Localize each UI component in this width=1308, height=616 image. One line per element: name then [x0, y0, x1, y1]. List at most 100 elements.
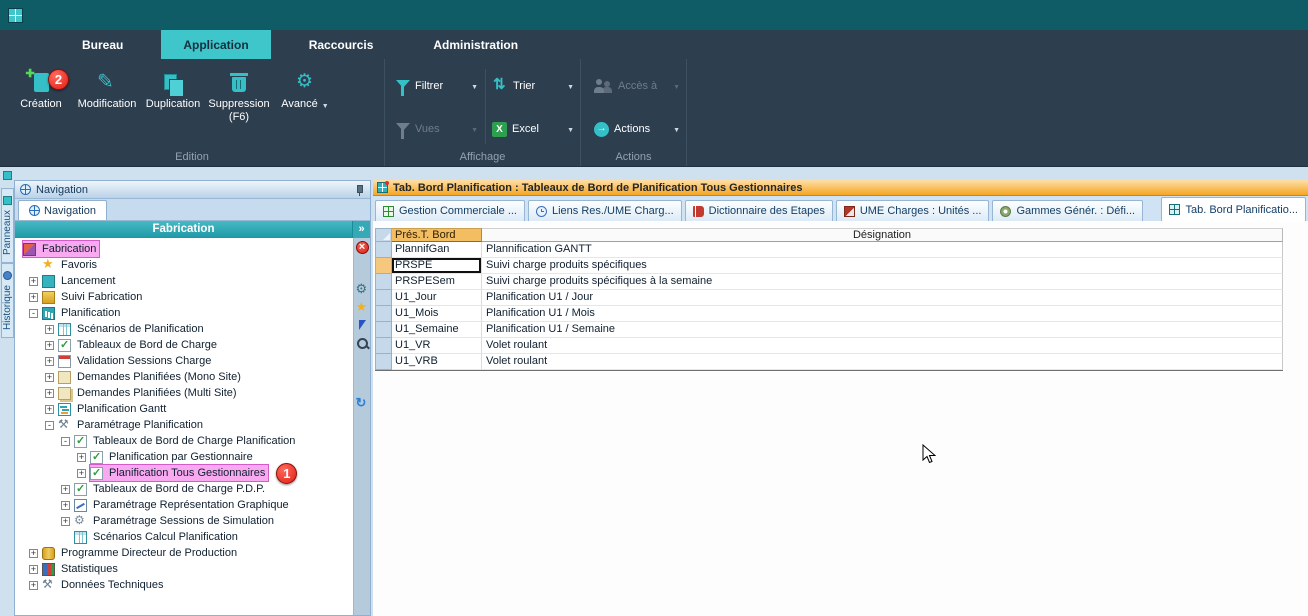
button-avance[interactable]: Avancé [272, 67, 338, 145]
dock-rail-icon[interactable] [3, 171, 12, 180]
row-selector[interactable] [375, 338, 392, 354]
tree-item-donnees-techniques[interactable]: +Données Techniques [15, 577, 353, 593]
button-excel[interactable]: Excel [489, 115, 577, 143]
row-selector[interactable] [375, 258, 392, 274]
table-row[interactable]: U1_SemainePlanification U1 / Semaine [375, 322, 1283, 338]
tree-expander-icon[interactable]: + [61, 485, 70, 494]
column-header-designation[interactable]: Désignation [482, 228, 1283, 242]
tree-item-favoris[interactable]: Favoris [15, 257, 353, 273]
cell-pres-t-bord[interactable]: U1_VR [392, 338, 482, 354]
cell-pres-t-bord[interactable]: U1_Semaine [392, 322, 482, 338]
tree-expander-icon[interactable]: + [45, 373, 54, 382]
tree-item-scenarios-calcul-planification[interactable]: Scénarios Calcul Planification [15, 529, 353, 545]
tree-expander-icon[interactable]: + [29, 277, 38, 286]
button-modification[interactable]: Modification [74, 67, 140, 145]
tree-item-parametrage-planification[interactable]: -Paramétrage Planification [15, 417, 353, 433]
cell-pres-t-bord[interactable]: U1_VRB [392, 354, 482, 370]
cell-designation[interactable]: Suivi charge produits spécifiques à la s… [482, 274, 1283, 290]
tree-item-suivi-fabrication[interactable]: +Suivi Fabrication [15, 289, 353, 305]
table-row[interactable]: PlannifGanPlannification GANTT [375, 242, 1283, 258]
tree-item-tableaux-de-bord-de-charge-planification[interactable]: -Tableaux de Bord de Charge Planificatio… [15, 433, 353, 449]
dropdown-arrow-icon[interactable] [567, 123, 574, 135]
tree-expander-icon[interactable]: - [45, 421, 54, 430]
ribbon-tab-administration[interactable]: Administration [411, 30, 540, 59]
button-creation[interactable]: Création2 [8, 67, 74, 145]
cell-pres-t-bord[interactable]: U1_Mois [392, 306, 482, 322]
table-row[interactable]: PRSPESemSuivi charge produits spécifique… [375, 274, 1283, 290]
settings-icon[interactable] [356, 283, 369, 296]
tree-expander-icon[interactable]: + [29, 293, 38, 302]
cell-designation[interactable]: Planification U1 / Mois [482, 306, 1283, 322]
tree-expander-icon[interactable]: + [61, 517, 70, 526]
button-filtrer[interactable]: Filtrer [393, 72, 481, 100]
tree-expander-icon[interactable]: - [61, 437, 70, 446]
document-tab-ume-charges-unites[interactable]: UME Charges : Unités ... [836, 200, 990, 221]
tree-expander-icon[interactable]: + [29, 549, 38, 558]
tree-item-planification-gantt[interactable]: +Planification Gantt [15, 401, 353, 417]
tree-item-lancement[interactable]: +Lancement [15, 273, 353, 289]
button-suppression-f6[interactable]: Suppression (F6) [206, 67, 272, 145]
table-row[interactable]: U1_MoisPlanification U1 / Mois [375, 306, 1283, 322]
tree-item-demandes-planifiees-multi-site[interactable]: +Demandes Planifiées (Multi Site) [15, 385, 353, 401]
table-row[interactable]: U1_JourPlanification U1 / Jour [375, 290, 1283, 306]
tree-expander-icon[interactable]: + [77, 453, 86, 462]
row-selector[interactable] [375, 306, 392, 322]
select-pointer-icon[interactable] [356, 319, 369, 332]
tree-expander-icon[interactable]: + [45, 389, 54, 398]
grid-corner-cell[interactable] [375, 228, 392, 242]
tree-item-planification[interactable]: -Planification [15, 305, 353, 321]
cell-designation[interactable]: Planification U1 / Jour [482, 290, 1283, 306]
table-row[interactable]: U1_VRBVolet roulant [375, 354, 1283, 370]
tree-item-statistiques[interactable]: +Statistiques [15, 561, 353, 577]
tree-item-planification-par-gestionnaire[interactable]: +Planification par Gestionnaire [15, 449, 353, 465]
refresh-icon[interactable] [356, 397, 369, 410]
dropdown-arrow-icon[interactable] [471, 80, 478, 92]
tree-expander-icon[interactable]: + [29, 565, 38, 574]
tree-item-parametrage-representation-graphique[interactable]: +Paramétrage Représentation Graphique [15, 497, 353, 513]
ribbon-tab-raccourcis[interactable]: Raccourcis [287, 30, 396, 59]
cell-pres-t-bord[interactable]: PlannifGan [392, 242, 482, 258]
tree-item-fabrication[interactable]: Fabrication [15, 241, 353, 257]
pin-icon[interactable] [354, 184, 365, 196]
document-tab-liens-res-ume-charg[interactable]: Liens Res./UME Charg... [528, 200, 682, 221]
document-tab-tab-bord-planificatio[interactable]: Tab. Bord Planificatio... [1161, 197, 1306, 221]
table-row[interactable]: PRSPESuivi charge produits spécifiques [375, 258, 1283, 274]
tree-item-tableaux-de-bord-de-charge[interactable]: +Tableaux de Bord de Charge [15, 337, 353, 353]
cell-designation[interactable]: Planification U1 / Semaine [482, 322, 1283, 338]
cell-pres-t-bord[interactable]: U1_Jour [392, 290, 482, 306]
collapse-panel-button[interactable]: » [352, 221, 370, 238]
tree-expander-icon[interactable]: + [29, 581, 38, 590]
ribbon-tab-bureau[interactable]: Bureau [60, 30, 145, 59]
tree-expander-icon[interactable]: + [45, 341, 54, 350]
button-duplication[interactable]: Duplication [140, 67, 206, 145]
document-tab-gestion-commerciale[interactable]: Gestion Commerciale ... [375, 200, 525, 221]
tree-item-validation-sessions-charge[interactable]: +Validation Sessions Charge [15, 353, 353, 369]
tree-expander-icon[interactable]: + [45, 405, 54, 414]
close-panel-icon[interactable] [356, 241, 369, 254]
dropdown-arrow-icon[interactable] [567, 80, 574, 92]
button-trier[interactable]: Trier [489, 72, 577, 100]
row-selector[interactable] [375, 242, 392, 258]
tree-expander-icon[interactable]: - [29, 309, 38, 318]
cell-designation[interactable]: Volet roulant [482, 354, 1283, 370]
row-selector[interactable] [375, 290, 392, 306]
tree-item-scenarios-de-planification[interactable]: +Scénarios de Planification [15, 321, 353, 337]
cell-designation[interactable]: Suivi charge produits spécifiques [482, 258, 1283, 274]
tree-item-parametrage-sessions-de-simulation[interactable]: +Paramétrage Sessions de Simulation [15, 513, 353, 529]
cell-designation[interactable]: Volet roulant [482, 338, 1283, 354]
tree-item-demandes-planifiees-mono-site[interactable]: +Demandes Planifiées (Mono Site) [15, 369, 353, 385]
tree-item-planification-tous-gestionnaires[interactable]: +Planification Tous Gestionnaires1 [15, 465, 353, 481]
cell-pres-t-bord[interactable]: PRSPESem [392, 274, 482, 290]
ribbon-tab-application[interactable]: Application [161, 30, 270, 59]
rail-tab-panneaux[interactable]: Panneaux [1, 188, 14, 263]
button-actions[interactable]: Actions [591, 115, 683, 143]
tree-expander-icon[interactable]: + [45, 325, 54, 334]
document-tab-dictionnaire-des-etapes[interactable]: Dictionnaire des Etapes [685, 200, 833, 221]
row-selector[interactable] [375, 274, 392, 290]
tree-expander-icon[interactable]: + [77, 469, 86, 478]
rail-tab-historique[interactable]: Historique [1, 263, 14, 338]
dropdown-arrow-icon[interactable] [673, 123, 680, 135]
document-tab-gammes-gener-defi[interactable]: Gammes Génér. : Défi... [992, 200, 1143, 221]
cell-designation[interactable]: Plannification GANTT [482, 242, 1283, 258]
tree-item-programme-directeur-de-production[interactable]: +Programme Directeur de Production [15, 545, 353, 561]
